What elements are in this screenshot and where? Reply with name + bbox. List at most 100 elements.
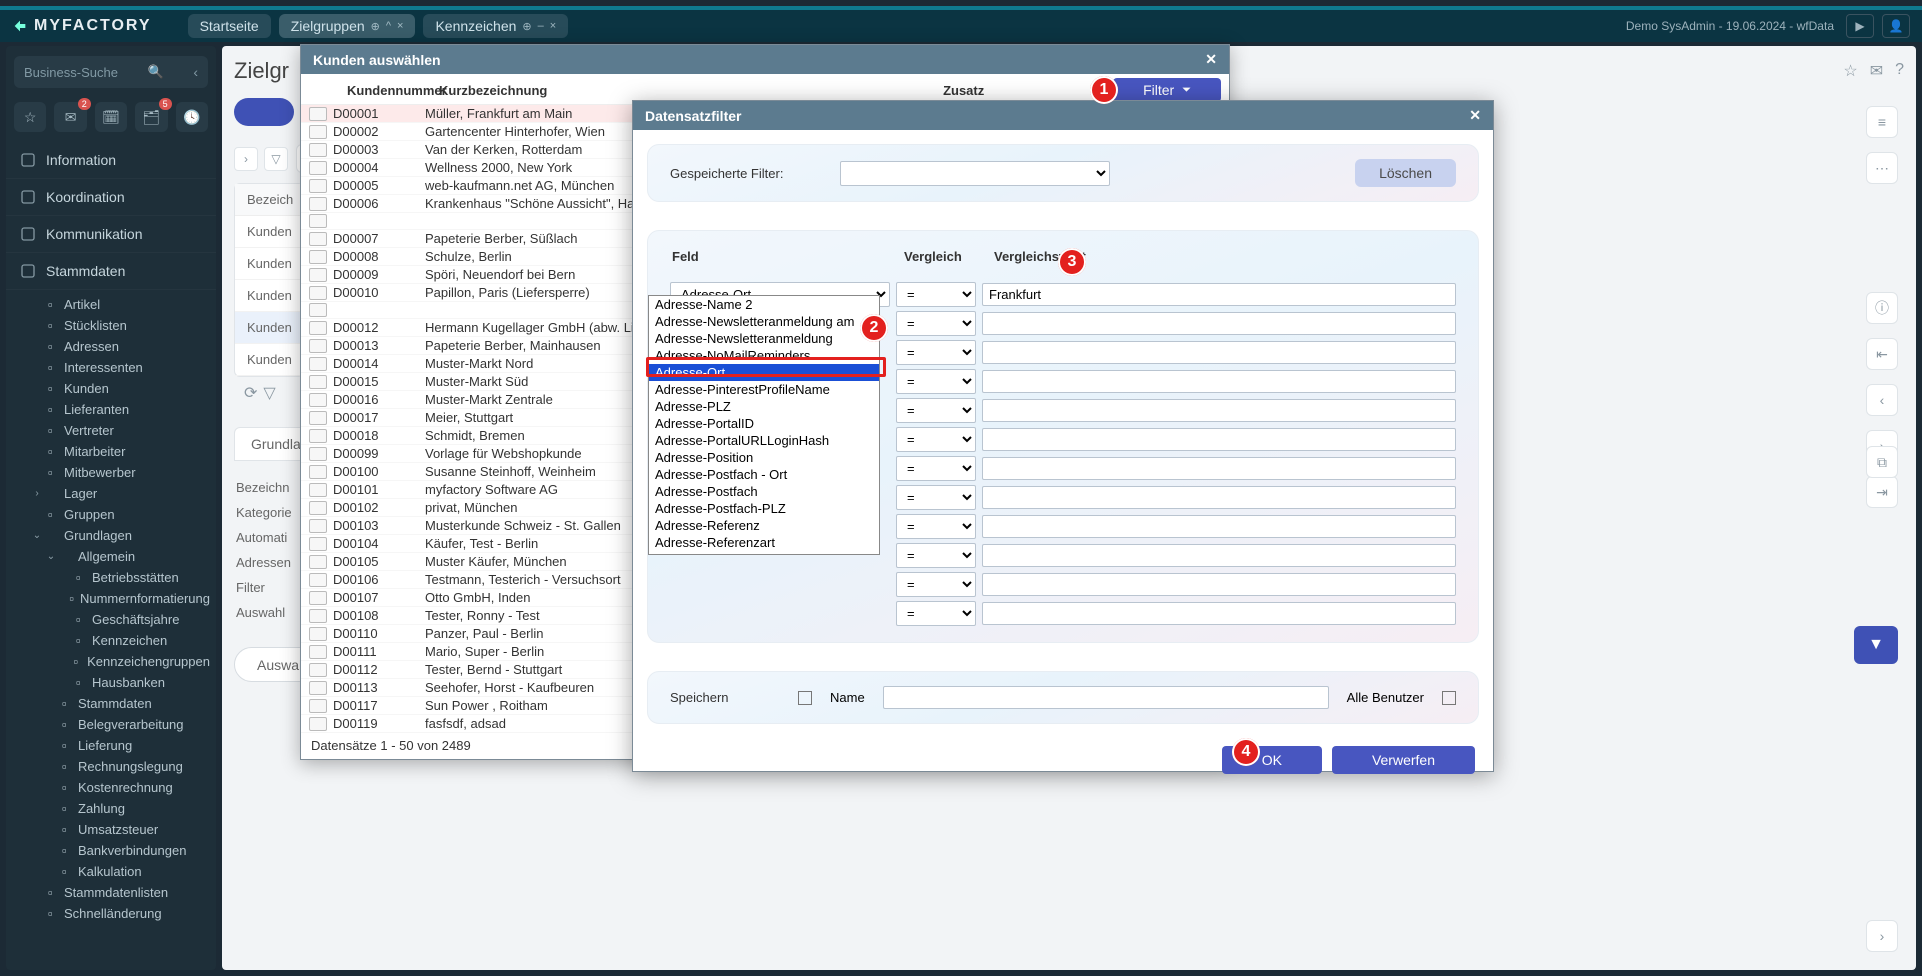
tree-item[interactable]: ▫Umsatzsteuer: [32, 819, 210, 840]
save-checkbox[interactable]: [798, 691, 812, 705]
tree-item[interactable]: ▫Lieferanten: [32, 399, 210, 420]
modal2-close-icon[interactable]: ✕: [1469, 107, 1481, 124]
expand-icon[interactable]: ›: [234, 147, 258, 171]
row-checkbox[interactable]: [309, 303, 327, 317]
tree-item[interactable]: ▫Kennzeichen: [32, 630, 210, 651]
dropdown-option[interactable]: Adresse-Referenz: [649, 517, 879, 534]
operator-select[interactable]: =: [896, 572, 976, 597]
next-page-icon[interactable]: ›: [1866, 920, 1898, 952]
tree-item[interactable]: ▫Stücklisten: [32, 315, 210, 336]
tree-item[interactable]: ▫Kostenrechnung: [32, 777, 210, 798]
list-item[interactable]: Kunden: [235, 280, 303, 312]
row-checkbox[interactable]: [309, 429, 327, 443]
row-checkbox[interactable]: [309, 411, 327, 425]
tree-item[interactable]: ▫Hausbanken: [32, 672, 210, 693]
row-checkbox[interactable]: [309, 321, 327, 335]
dropdown-option[interactable]: Adresse-Name 2: [649, 296, 879, 313]
value-input[interactable]: [982, 312, 1456, 335]
col-kundennummer[interactable]: Kundennummer: [347, 83, 439, 98]
row-checkbox[interactable]: [309, 465, 327, 479]
tree-item[interactable]: ▫Stammdaten: [32, 693, 210, 714]
row-checkbox[interactable]: [309, 375, 327, 389]
col-zusatz[interactable]: Zusatz: [943, 83, 1113, 98]
dropdown-option[interactable]: Adresse-Skype: [649, 551, 879, 555]
tree-item[interactable]: ▫Schnelländerung: [32, 903, 210, 924]
new-button[interactable]: [234, 98, 294, 126]
operator-select[interactable]: =: [896, 543, 976, 568]
star-icon[interactable]: ☆: [1843, 61, 1857, 81]
tab-zielgruppen[interactable]: Zielgruppen⊕^×: [279, 14, 416, 38]
modal1-close-icon[interactable]: ✕: [1205, 51, 1217, 68]
row-checkbox[interactable]: [309, 609, 327, 623]
filter-toggle-icon[interactable]: ▽: [263, 383, 275, 403]
operator-select[interactable]: =: [896, 369, 976, 394]
value-input[interactable]: [982, 544, 1456, 567]
user-icon[interactable]: 👤: [1882, 14, 1910, 38]
last-icon[interactable]: ⇥: [1866, 476, 1898, 508]
tab-kennzeichen[interactable]: Kennzeichen⊕–×: [423, 14, 568, 38]
menu-icon[interactable]: ≡: [1866, 106, 1898, 138]
row-checkbox[interactable]: [309, 519, 327, 533]
operator-select[interactable]: =: [896, 601, 976, 626]
list-item[interactable]: Kunden: [235, 248, 303, 280]
tree-item[interactable]: ›Lager: [32, 483, 210, 504]
operator-select[interactable]: =: [896, 282, 976, 307]
dropdown-option[interactable]: Adresse-Postfach - Ort: [649, 466, 879, 483]
tree-item[interactable]: ▫Geschäftsjahre: [32, 609, 210, 630]
value-input[interactable]: [982, 486, 1456, 509]
value-input[interactable]: [982, 341, 1456, 364]
calendar-icon[interactable]: 🗓: [95, 102, 127, 132]
value-input[interactable]: [982, 399, 1456, 422]
col-kurzbezeichnung[interactable]: Kurzbezeichnung: [439, 83, 943, 98]
dropdown-option[interactable]: Adresse-Newsletteranmeldung: [649, 330, 879, 347]
row-checkbox[interactable]: [309, 447, 327, 461]
operator-select[interactable]: =: [896, 427, 976, 452]
tree-item[interactable]: ▫Vertreter: [32, 420, 210, 441]
value-input[interactable]: [982, 573, 1456, 596]
pin-icon[interactable]: ⊕: [371, 20, 380, 33]
value-input[interactable]: [982, 428, 1456, 451]
list-item[interactable]: Kunden: [235, 312, 303, 344]
close-icon[interactable]: ×: [397, 20, 403, 32]
sidebar-section[interactable]: Stammdaten: [6, 253, 216, 290]
tree-item[interactable]: ▫Kunden: [32, 378, 210, 399]
sidebar-section[interactable]: Information: [6, 142, 216, 179]
row-checkbox[interactable]: [309, 501, 327, 515]
tree-item[interactable]: ▫Mitbewerber: [32, 462, 210, 483]
refresh-icon[interactable]: ⟳: [244, 383, 257, 403]
tree-item[interactable]: ▫Betriebsstätten: [32, 567, 210, 588]
mail-icon[interactable]: ✉: [1870, 61, 1883, 81]
all-users-checkbox[interactable]: [1442, 691, 1456, 705]
row-checkbox[interactable]: [309, 573, 327, 587]
operator-select[interactable]: =: [896, 456, 976, 481]
delete-button[interactable]: Löschen: [1355, 159, 1456, 187]
value-input[interactable]: [982, 515, 1456, 538]
value-input[interactable]: [982, 283, 1456, 306]
row-checkbox[interactable]: [309, 268, 327, 282]
tree-item[interactable]: ▫Artikel: [32, 294, 210, 315]
mail-icon[interactable]: ✉2: [54, 102, 86, 132]
sidebar-section[interactable]: Koordination: [6, 179, 216, 216]
list-item[interactable]: Kunden: [235, 344, 303, 376]
sidebar-search[interactable]: Business-Suche 🔍 ‹: [14, 56, 208, 88]
tab-startseite[interactable]: Startseite: [188, 14, 271, 38]
operator-select[interactable]: =: [896, 311, 976, 336]
tree-item[interactable]: ▫Nummernformatierung: [32, 588, 210, 609]
tree-item[interactable]: ▫Interessenten: [32, 357, 210, 378]
row-checkbox[interactable]: [309, 645, 327, 659]
tree-item[interactable]: ⌄Grundlagen: [32, 525, 210, 546]
row-checkbox[interactable]: [309, 232, 327, 246]
row-checkbox[interactable]: [309, 179, 327, 193]
tree-item[interactable]: ▫Bankverbindungen: [32, 840, 210, 861]
tree-item[interactable]: ▫Kalkulation: [32, 861, 210, 882]
info-icon[interactable]: ⓘ: [1866, 292, 1898, 324]
sidebar-section[interactable]: Kommunikation: [6, 216, 216, 253]
tree-item[interactable]: ▫Zahlung: [32, 798, 210, 819]
save-name-input[interactable]: [883, 686, 1329, 709]
tree-item[interactable]: ▫Lieferung: [32, 735, 210, 756]
row-checkbox[interactable]: [309, 681, 327, 695]
dropdown-option[interactable]: Adresse-PLZ: [649, 398, 879, 415]
dropdown-option[interactable]: Adresse-Postfach: [649, 483, 879, 500]
more-icon[interactable]: ⋯: [1866, 152, 1898, 184]
row-checkbox[interactable]: [309, 214, 327, 228]
